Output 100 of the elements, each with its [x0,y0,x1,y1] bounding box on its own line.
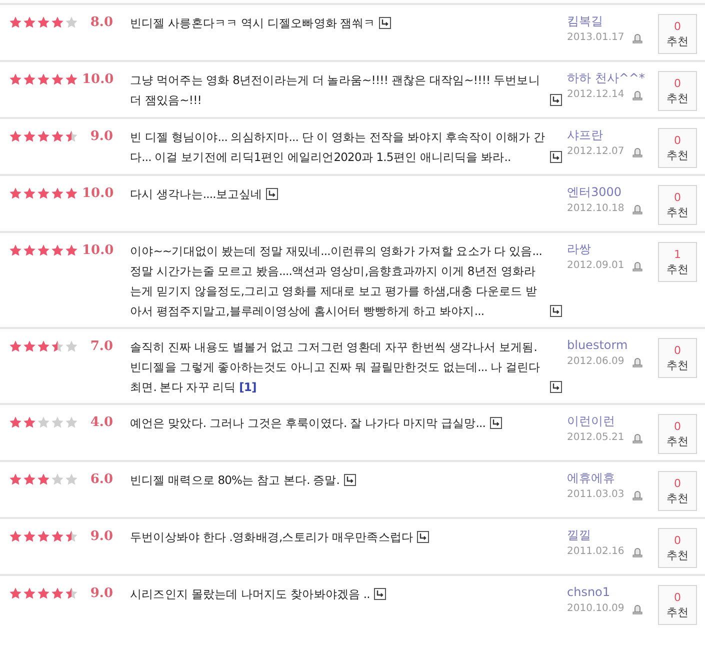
star-icon [37,340,50,353]
star-icon [9,416,22,429]
comment-text: 이야~~기대없이 봤는데 정말 재밌네...이런류의 영화가 가져할 요소가 다 있음...정말 시간가는줄 모르고 봤음....액션과 영상미,음향효과까지 이게 8년전 영화라는게 믿기지 않을정도,그리고 영화를 제대로 보고 평가를 하샘,대충 다운로드 받아서 평점주지말고,블루레이영상에 홈시어터 빵빵하게 하고 봐야지... [130,243,544,320]
star-icon [51,473,64,486]
score: 4.0 [89,414,113,432]
recommend-button[interactable]: 0 추천 [658,414,697,454]
bell-icon[interactable] [632,604,644,614]
bell-icon[interactable] [632,146,644,158]
username[interactable]: bluestorm [567,337,652,353]
recommend-button[interactable]: 0 추천 [658,71,697,111]
bell-icon[interactable] [632,204,644,214]
date: 2013.01.17 [567,31,624,45]
recommend-button[interactable]: 0 추천 [658,528,697,568]
reply-arrow-icon[interactable] [550,305,562,317]
reply-arrow-icon[interactable] [550,94,562,106]
username[interactable]: chsno1 [567,584,652,600]
username[interactable]: 낄낄 [567,527,652,543]
star-icon [37,130,50,143]
username[interactable]: 엔터3000 [567,184,652,200]
star-icon [23,340,36,353]
comment-text: 시리즈인지 몰랐는데 나머지도 찾아봐야겠음 .. [130,586,370,603]
star-icon [51,187,64,200]
star-icon [9,530,22,543]
reply-arrow-icon[interactable] [379,17,392,29]
date: 2012.12.14 [567,88,624,102]
comment-text: 솔직히 진짜 내용도 별볼거 없고 그저그런 영환데 자꾸 한번씩 생각나서 보게됨. 빈디젤을 그렇게 좋아하는것도 아니고 진짜 뭐 끌릴만한것도 없는데... 나 걸린다 최면. 본다 자꾸 리딕 [1] [130,339,542,396]
score: 10.0 [82,242,113,260]
bell-icon[interactable] [632,356,644,368]
username[interactable]: 킴복길 [567,13,652,29]
star-icon [65,16,78,29]
bell-icon[interactable] [632,490,644,500]
star-icon [51,530,64,543]
bell-icon[interactable] [632,546,644,558]
recommend-button[interactable]: 0 추천 [658,185,697,225]
star-icon [9,16,22,29]
star-icon [51,587,64,600]
score: 8.0 [89,14,113,32]
star-icon [65,187,78,200]
star-icon [9,73,22,86]
username[interactable]: 에휴에휴 [567,470,652,486]
username[interactable]: 라쌍 [567,241,652,257]
star-icon [37,73,50,86]
star-icon [65,73,78,86]
reply-arrow-icon[interactable] [266,188,278,200]
star-icon [37,244,50,257]
star-icon [23,130,36,143]
recommend-button[interactable]: 0 추천 [658,128,697,168]
star-icon [65,244,78,257]
score: 6.0 [89,471,113,489]
star-icon [23,73,36,86]
bell-icon[interactable] [632,32,644,44]
star-icon [23,530,36,543]
date: 2012.12.07 [567,145,624,159]
star-icon [23,16,36,29]
star-icon [23,473,36,486]
recommend-button[interactable]: 0 추천 [658,471,697,511]
comment-text: 두번이상봐야 한다 .영화배경,스토리가 매우만족스럽다 [130,529,414,546]
bell-icon[interactable] [632,90,644,100]
reply-arrow-icon[interactable] [490,417,502,429]
recommend-button[interactable]: 0 추천 [658,585,697,625]
comment-text: 그냥 먹어주는 영화 8년전이라는게 더 놀라움~!!!! 괜찮은 대작임~!!!! 두번보니 더 잼있음~!!! [130,72,541,109]
star-icon [51,340,64,353]
reply-arrow-icon[interactable] [550,381,562,393]
reply-arrow-icon[interactable] [374,588,386,600]
date: 2012.10.18 [567,202,624,216]
star-icon [65,473,78,486]
star-icon [37,416,50,429]
username[interactable]: 하하 천사^^* [567,70,652,86]
star-icon [9,130,22,143]
recommend-button[interactable]: 0 추천 [658,338,697,378]
bell-icon[interactable] [632,432,644,444]
score: 9.0 [89,585,113,603]
recommend-button[interactable]: 0 추천 [658,14,697,54]
star-icon [23,244,36,257]
bell-icon[interactable] [632,260,644,272]
star-icon [51,244,64,257]
reply-arrow-icon[interactable] [417,531,430,543]
star-icon [65,130,78,143]
recommend-button[interactable]: 1 추천 [658,242,697,282]
star-icon [9,473,22,486]
star-icon [37,473,50,486]
username[interactable]: 이런이런 [567,413,652,429]
star-icon [51,73,64,86]
username[interactable]: 샤프란 [567,127,652,143]
comment-text: 다시 생각나는....보고싶네 [130,186,262,203]
reply-arrow-icon[interactable] [344,474,356,486]
date: 2011.03.03 [567,488,624,502]
score: 7.0 [89,338,113,356]
score: 10.0 [82,71,113,89]
star-icon [65,340,78,353]
score: 10.0 [82,185,113,203]
star-icon [9,340,22,353]
star-icon [37,530,50,543]
reply-arrow-icon[interactable] [550,151,562,163]
date: 2012.09.01 [567,259,624,273]
star-icon [9,587,22,600]
link[interactable]: [1] [239,380,256,394]
star-icon [37,587,50,600]
star-icon [23,416,36,429]
comment-text: 예언은 맞았다. 그러나 그것은 후룩이였다. 잘 나가다 마지막 급실망... [130,415,486,432]
